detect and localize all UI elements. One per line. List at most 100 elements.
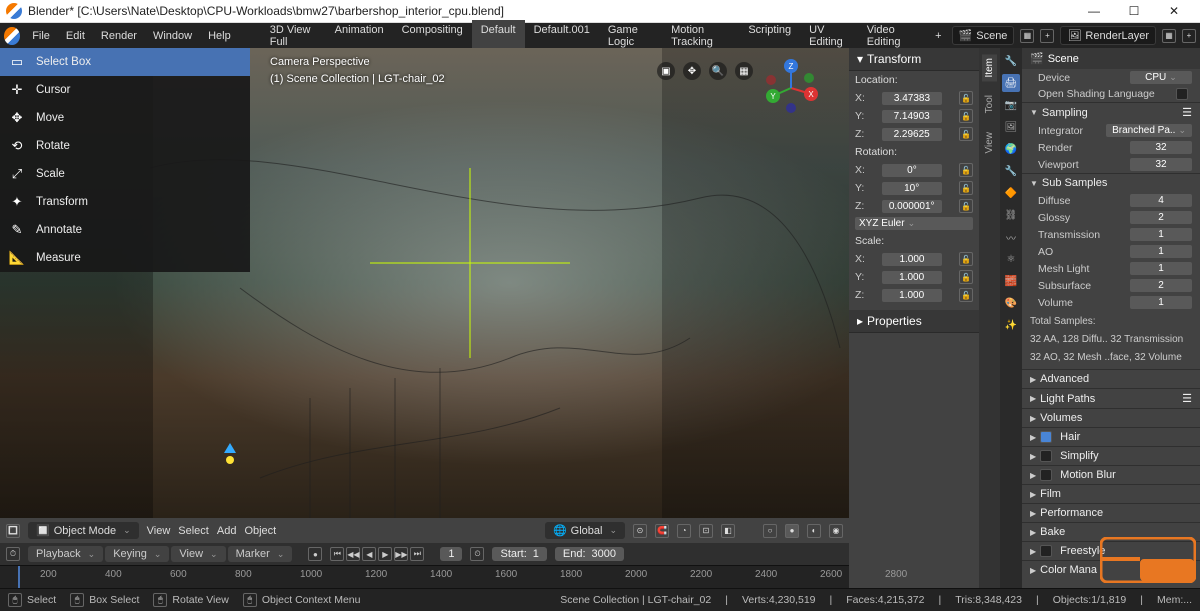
subsamples-section-header[interactable]: ▼Sub Samples (1022, 173, 1200, 192)
rotation-mode[interactable]: XYZ Euler (855, 217, 973, 230)
integrator-selector[interactable]: Branched Pa.. (1106, 124, 1192, 137)
transform-panel-header[interactable]: ▾ Transform (849, 48, 979, 71)
subsample-subsurface[interactable]: 2 (1130, 279, 1192, 292)
viewport-samples[interactable]: 32 (1130, 158, 1192, 171)
tl-menu-view[interactable]: View (171, 546, 225, 562)
menu-render[interactable]: Render (93, 28, 145, 44)
lock-scale-x[interactable]: 🔓 (959, 252, 973, 266)
props-tab-0[interactable]: 🔧 (1002, 52, 1020, 70)
render-samples[interactable]: 32 (1130, 141, 1192, 154)
jump-prev-key-button[interactable]: ◀◀ (346, 547, 360, 561)
vp-menu-select[interactable]: Select (178, 525, 209, 537)
play-button[interactable]: ▶ (378, 547, 392, 561)
section-checkbox[interactable] (1040, 450, 1052, 462)
properties-panel-header[interactable]: ▸ Properties (849, 310, 979, 333)
tool-cursor[interactable]: ✛Cursor (0, 76, 250, 104)
osl-checkbox[interactable] (1176, 88, 1188, 100)
lock-loc-z[interactable]: 🔓 (959, 127, 973, 141)
play-reverse-button[interactable]: ◀ (362, 547, 376, 561)
props-tab-7[interactable]: ⛓ (1002, 206, 1020, 224)
preview-range-button[interactable]: ⏲ (470, 547, 484, 561)
scene-browse-button[interactable]: ▦ (1020, 29, 1034, 43)
workspace-tab[interactable]: Video Editing (858, 20, 925, 52)
tool-annotate[interactable]: ✎Annotate (0, 216, 250, 244)
loc-y[interactable]: 7.14903 (882, 110, 942, 123)
subsample-diffuse[interactable]: 4 (1130, 194, 1192, 207)
scale-z[interactable]: 1.000 (882, 289, 942, 302)
layer-new-button[interactable]: + (1182, 29, 1196, 43)
start-frame[interactable]: Start: 1 (492, 547, 546, 561)
close-button[interactable]: ✕ (1154, 0, 1194, 22)
menu-edit[interactable]: Edit (58, 28, 93, 44)
renderlayer-selector[interactable]: 🖼 RenderLayer (1060, 26, 1156, 45)
maximize-button[interactable]: ☐ (1114, 0, 1154, 22)
tl-menu-keying[interactable]: Keying (105, 546, 169, 562)
workspace-tab[interactable]: Animation (326, 20, 393, 52)
loc-z[interactable]: 2.29625 (882, 128, 942, 141)
orientation-selector[interactable]: 🌐 Global (545, 522, 625, 539)
shading-wire-button[interactable]: ○ (763, 524, 777, 538)
workspace-tab[interactable]: Motion Tracking (662, 20, 739, 52)
mode-selector[interactable]: 🔲 Object Mode (28, 522, 139, 539)
props-tab-6[interactable]: 🔶 (1002, 184, 1020, 202)
n-tab-item[interactable]: Item (982, 54, 997, 81)
lock-scale-z[interactable]: 🔓 (959, 288, 973, 302)
rot-y[interactable]: 10° (882, 182, 942, 195)
tool-select-box[interactable]: ▭Select Box (0, 48, 250, 76)
scale-y[interactable]: 1.000 (882, 271, 942, 284)
scale-x[interactable]: 1.000 (882, 253, 942, 266)
tool-transform[interactable]: ✦Transform (0, 188, 250, 216)
props-tab-8[interactable]: 〰 (1002, 228, 1020, 246)
zoom-button[interactable]: 🔍 (709, 62, 727, 80)
jump-end-button[interactable]: ⏭ (410, 547, 424, 561)
props-tab-5[interactable]: 🔧 (1002, 162, 1020, 180)
lock-rot-y[interactable]: 🔓 (959, 181, 973, 195)
menu-help[interactable]: Help (200, 28, 239, 44)
shading-preview-button[interactable]: ◐ (807, 524, 821, 538)
layer-browse-button[interactable]: ▦ (1162, 29, 1176, 43)
workspace-tab[interactable]: UV Editing (800, 20, 858, 52)
overlay-button[interactable]: ⊡ (699, 524, 713, 538)
scene-selector[interactable]: 🎬 Scene (952, 26, 1015, 45)
section-checkbox[interactable] (1040, 431, 1052, 443)
preset-icon[interactable]: ☰ (1182, 392, 1192, 405)
props-section-performance[interactable]: ▶Performance (1022, 503, 1200, 522)
subsample-transmission[interactable]: 1 (1130, 228, 1192, 241)
n-tab-tool[interactable]: Tool (982, 91, 997, 117)
props-section-simplify[interactable]: ▶Simplify (1022, 446, 1200, 465)
current-frame[interactable]: 1 (440, 547, 462, 561)
end-frame[interactable]: End: 3000 (555, 547, 624, 561)
workspace-tab[interactable]: Compositing (393, 20, 472, 52)
nav-gizmo[interactable]: X Y Z (763, 60, 819, 116)
tool-move[interactable]: ✥Move (0, 104, 250, 132)
menu-window[interactable]: Window (145, 28, 200, 44)
xray-button[interactable]: ◧ (721, 524, 735, 538)
props-section-film[interactable]: ▶Film (1022, 484, 1200, 503)
scene-new-button[interactable]: + (1040, 29, 1054, 43)
section-checkbox[interactable] (1040, 545, 1052, 557)
sampling-section-header[interactable]: ▼Sampling☰ (1022, 102, 1200, 122)
editor-type-button[interactable]: 🔳 (6, 524, 20, 538)
jump-start-button[interactable]: ⏮ (330, 547, 344, 561)
subsample-ao[interactable]: 1 (1130, 245, 1192, 258)
workspace-tab[interactable]: Default.001 (525, 20, 599, 52)
tool-rotate[interactable]: ⟲Rotate (0, 132, 250, 160)
pivot-button[interactable]: ⊙ (633, 524, 647, 538)
props-tab-3[interactable]: 🖼 (1002, 118, 1020, 136)
pan-button[interactable]: ✥ (683, 62, 701, 80)
loc-x[interactable]: 3.47383 (882, 92, 942, 105)
device-selector[interactable]: CPU (1130, 71, 1192, 84)
timeline-ruler[interactable]: 2004006008001000120014001600180020002200… (0, 565, 849, 588)
tl-menu-marker[interactable]: Marker (228, 546, 293, 562)
props-tab-1[interactable]: 🖨 (1002, 74, 1020, 92)
section-checkbox[interactable] (1040, 469, 1052, 481)
props-section-volumes[interactable]: ▶Volumes (1022, 408, 1200, 427)
rot-x[interactable]: 0° (882, 164, 942, 177)
snap-button[interactable]: 🧲 (655, 524, 669, 538)
workspace-tab[interactable]: Scripting (739, 20, 800, 52)
minimize-button[interactable]: — (1074, 0, 1114, 22)
subsample-glossy[interactable]: 2 (1130, 211, 1192, 224)
jump-next-key-button[interactable]: ▶▶ (394, 547, 408, 561)
props-tab-4[interactable]: 🌍 (1002, 140, 1020, 158)
props-tab-10[interactable]: 🧱 (1002, 272, 1020, 290)
